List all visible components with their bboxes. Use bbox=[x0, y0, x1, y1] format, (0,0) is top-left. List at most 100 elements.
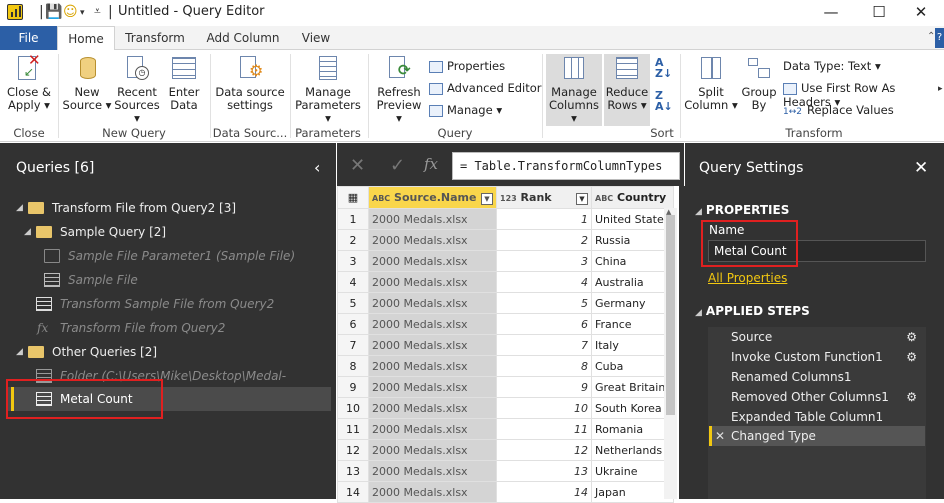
row-number[interactable]: 7 bbox=[337, 334, 369, 356]
cell-country[interactable]: United States bbox=[591, 208, 674, 230]
cell-rank[interactable]: 13 bbox=[496, 460, 592, 482]
column-header-source-name[interactable]: ABC Source.Name ▼ bbox=[368, 186, 497, 209]
close-apply-button[interactable]: ✕ ↙ Close & Apply ▾ bbox=[4, 53, 54, 112]
scrollbar-thumb[interactable] bbox=[666, 215, 675, 415]
cell-country[interactable]: Great Britain bbox=[591, 376, 674, 398]
refresh-preview-button[interactable]: ⟳ Refresh Preview ▾ bbox=[372, 54, 426, 125]
cell-country[interactable]: South Korea bbox=[591, 397, 674, 419]
manage-button[interactable]: Manage ▾ bbox=[429, 103, 502, 117]
row-number[interactable]: 9 bbox=[337, 376, 369, 398]
cell-source-name[interactable]: 2000 Medals.xlsx bbox=[368, 229, 497, 251]
row-number[interactable]: 6 bbox=[337, 313, 369, 335]
table-row[interactable]: 4 2000 Medals.xlsx 4 Australia bbox=[337, 271, 674, 293]
gear-icon[interactable]: ⚙ bbox=[906, 347, 917, 367]
step-changed-type[interactable]: ✕ Changed Type bbox=[710, 426, 925, 446]
properties-button[interactable]: Properties bbox=[429, 59, 505, 73]
cell-country[interactable]: Cuba bbox=[591, 355, 674, 377]
table-row[interactable]: 14 2000 Medals.xlsx 14 Japan bbox=[337, 481, 674, 503]
expand-triangle-icon[interactable]: ◢ bbox=[16, 340, 23, 364]
gear-icon[interactable]: ⚙ bbox=[906, 387, 917, 407]
table-row[interactable]: 10 2000 Medals.xlsx 10 South Korea bbox=[337, 397, 674, 419]
cell-rank[interactable]: 9 bbox=[496, 376, 592, 398]
table-row[interactable]: 2 2000 Medals.xlsx 2 Russia bbox=[337, 229, 674, 251]
close-window-button[interactable]: ✕ bbox=[898, 0, 944, 26]
cell-rank[interactable]: 1 bbox=[496, 208, 592, 230]
tree-item-sample-file[interactable]: Sample File bbox=[0, 268, 330, 292]
cell-source-name[interactable]: 2000 Medals.xlsx bbox=[368, 418, 497, 440]
cell-rank[interactable]: 2 bbox=[496, 229, 592, 251]
group-by-button[interactable]: Group By bbox=[738, 54, 780, 112]
save-icon[interactable]: 💾 bbox=[45, 4, 62, 20]
filter-dropdown-icon[interactable]: ▼ bbox=[576, 192, 588, 205]
cell-source-name[interactable]: 2000 Medals.xlsx bbox=[368, 271, 497, 293]
tree-item-sample-query-group[interactable]: ◢ Sample Query [2] bbox=[0, 220, 330, 244]
row-number[interactable]: 13 bbox=[337, 460, 369, 482]
step-renamed-columns[interactable]: Renamed Columns1 bbox=[710, 367, 925, 387]
data-type-dropdown[interactable]: Data Type: Text ▾ bbox=[783, 59, 881, 73]
cell-source-name[interactable]: 2000 Medals.xlsx bbox=[368, 355, 497, 377]
row-number[interactable]: 14 bbox=[337, 481, 369, 503]
cell-source-name[interactable]: 2000 Medals.xlsx bbox=[368, 334, 497, 356]
cell-rank[interactable]: 7 bbox=[496, 334, 592, 356]
table-row[interactable]: 7 2000 Medals.xlsx 7 Italy bbox=[337, 334, 674, 356]
smiley-dropdown-icon[interactable]: ▾ bbox=[80, 8, 85, 18]
customize-toolbar-icon[interactable]: ⩡ bbox=[94, 4, 101, 19]
gear-icon[interactable]: ⚙ bbox=[906, 327, 917, 347]
cell-country[interactable]: Romania bbox=[591, 418, 674, 440]
expand-triangle-icon[interactable]: ◢ bbox=[24, 220, 31, 244]
column-header-rank[interactable]: 123 Rank ▼ bbox=[496, 186, 592, 209]
cell-country[interactable]: Russia bbox=[591, 229, 674, 251]
cell-rank[interactable]: 6 bbox=[496, 313, 592, 335]
cell-country[interactable]: Ukraine bbox=[591, 460, 674, 482]
filter-dropdown-icon[interactable]: ▼ bbox=[481, 192, 493, 205]
select-all-table-icon[interactable]: ▦ bbox=[337, 186, 369, 209]
collapse-queries-icon[interactable]: ‹ bbox=[314, 158, 320, 177]
table-row[interactable]: 6 2000 Medals.xlsx 6 France bbox=[337, 313, 674, 335]
step-removed-other-columns[interactable]: Removed Other Columns1 ⚙ bbox=[710, 387, 925, 407]
all-properties-link[interactable]: All Properties bbox=[708, 271, 787, 285]
properties-section-header[interactable]: ◢ PROPERTIES bbox=[695, 203, 789, 217]
cell-country[interactable]: Italy bbox=[591, 334, 674, 356]
row-number[interactable]: 5 bbox=[337, 292, 369, 314]
row-number[interactable]: 8 bbox=[337, 355, 369, 377]
cell-country[interactable]: Japan bbox=[591, 481, 674, 503]
tree-item-transform-sample-file[interactable]: Transform Sample File from Query2 bbox=[0, 292, 330, 316]
cell-country[interactable]: Netherlands bbox=[591, 439, 674, 461]
recent-sources-button[interactable]: ◷ Recent Sources ▾ bbox=[112, 54, 162, 125]
row-number[interactable]: 12 bbox=[337, 439, 369, 461]
row-number[interactable]: 1 bbox=[337, 208, 369, 230]
tab-view[interactable]: View bbox=[296, 26, 336, 50]
cell-source-name[interactable]: 2000 Medals.xlsx bbox=[368, 313, 497, 335]
table-row[interactable]: 11 2000 Medals.xlsx 11 Romania bbox=[337, 418, 674, 440]
table-row[interactable]: 12 2000 Medals.xlsx 12 Netherlands bbox=[337, 439, 674, 461]
cell-rank[interactable]: 4 bbox=[496, 271, 592, 293]
cancel-formula-icon[interactable]: ✕ bbox=[350, 155, 365, 176]
help-icon[interactable]: ? bbox=[935, 28, 944, 48]
tab-add-column[interactable]: Add Column bbox=[200, 26, 286, 50]
close-settings-icon[interactable]: ✕ bbox=[914, 158, 928, 178]
step-source[interactable]: Source ⚙ bbox=[710, 327, 925, 347]
split-column-button[interactable]: Split Column ▾ bbox=[684, 54, 738, 112]
manage-columns-button[interactable]: Manage Columns ▾ bbox=[546, 54, 602, 126]
table-row[interactable]: 5 2000 Medals.xlsx 5 Germany bbox=[337, 292, 674, 314]
table-row[interactable]: 3 2000 Medals.xlsx 3 China bbox=[337, 250, 674, 272]
table-row[interactable]: 8 2000 Medals.xlsx 8 Cuba bbox=[337, 355, 674, 377]
table-row[interactable]: 13 2000 Medals.xlsx 13 Ukraine bbox=[337, 460, 674, 482]
new-source-button[interactable]: New Source ▾ bbox=[62, 54, 112, 112]
cell-source-name[interactable]: 2000 Medals.xlsx bbox=[368, 460, 497, 482]
data-source-settings-button[interactable]: ⚙ Data source settings bbox=[214, 54, 286, 112]
cell-rank[interactable]: 5 bbox=[496, 292, 592, 314]
smiley-feedback-icon[interactable]: ☺ bbox=[63, 4, 78, 20]
cell-rank[interactable]: 3 bbox=[496, 250, 592, 272]
expand-triangle-icon[interactable]: ◢ bbox=[16, 196, 23, 220]
delete-step-icon[interactable]: ✕ bbox=[715, 426, 725, 446]
ribbon-scroll-right-icon[interactable]: ▸ bbox=[938, 84, 943, 94]
cell-source-name[interactable]: 2000 Medals.xlsx bbox=[368, 481, 497, 503]
step-expanded-table-column[interactable]: Expanded Table Column1 bbox=[710, 407, 925, 427]
manage-parameters-button[interactable]: Manage Parameters ▾ bbox=[294, 54, 362, 125]
tree-item-transform-file-group[interactable]: ◢ Transform File from Query2 [3] bbox=[0, 196, 330, 220]
table-row[interactable]: 1 2000 Medals.xlsx 1 United States bbox=[337, 208, 674, 230]
function-fx-icon[interactable]: fx bbox=[424, 155, 438, 173]
cell-country[interactable]: France bbox=[591, 313, 674, 335]
tree-item-sample-file-parameter[interactable]: Sample File Parameter1 (Sample File) bbox=[0, 244, 330, 268]
